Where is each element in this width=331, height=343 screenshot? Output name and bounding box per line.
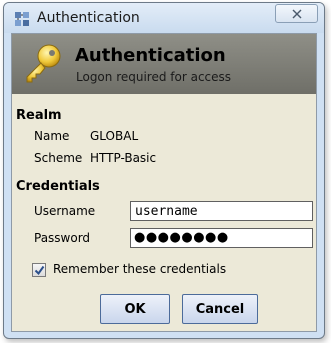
- username-label: Username: [34, 204, 96, 218]
- banner-title: Authentication: [75, 45, 226, 66]
- ok-button[interactable]: OK: [100, 294, 170, 324]
- realm-scheme-value: HTTP-Basic: [90, 151, 157, 165]
- authentication-dialog: Authentication Authentication Logon requ…: [3, 2, 325, 339]
- remember-checkbox[interactable]: [32, 263, 46, 277]
- realm-name-label: Name: [34, 129, 70, 143]
- cancel-button[interactable]: Cancel: [182, 294, 258, 324]
- banner-subtitle: Logon required for access: [76, 70, 232, 84]
- username-input[interactable]: [130, 201, 313, 221]
- password-input[interactable]: ●●●●●●●●: [130, 228, 313, 248]
- dialog-content: Authentication Logon required for access…: [11, 33, 317, 332]
- close-icon: [292, 9, 301, 18]
- app-icon: [15, 12, 29, 26]
- header-banner: Authentication Logon required for access: [12, 34, 316, 94]
- realm-heading: Realm: [16, 108, 62, 123]
- remember-label[interactable]: Remember these credentials: [53, 262, 226, 276]
- window-title: Authentication: [37, 10, 140, 26]
- close-button[interactable]: [275, 4, 318, 23]
- password-label: Password: [34, 231, 91, 245]
- key-icon: [26, 44, 61, 83]
- credentials-heading: Credentials: [16, 179, 100, 194]
- realm-name-value: GLOBAL: [90, 129, 139, 143]
- checkmark-icon: [34, 265, 44, 275]
- realm-scheme-label: Scheme: [34, 151, 83, 165]
- title-bar[interactable]: Authentication: [4, 3, 324, 33]
